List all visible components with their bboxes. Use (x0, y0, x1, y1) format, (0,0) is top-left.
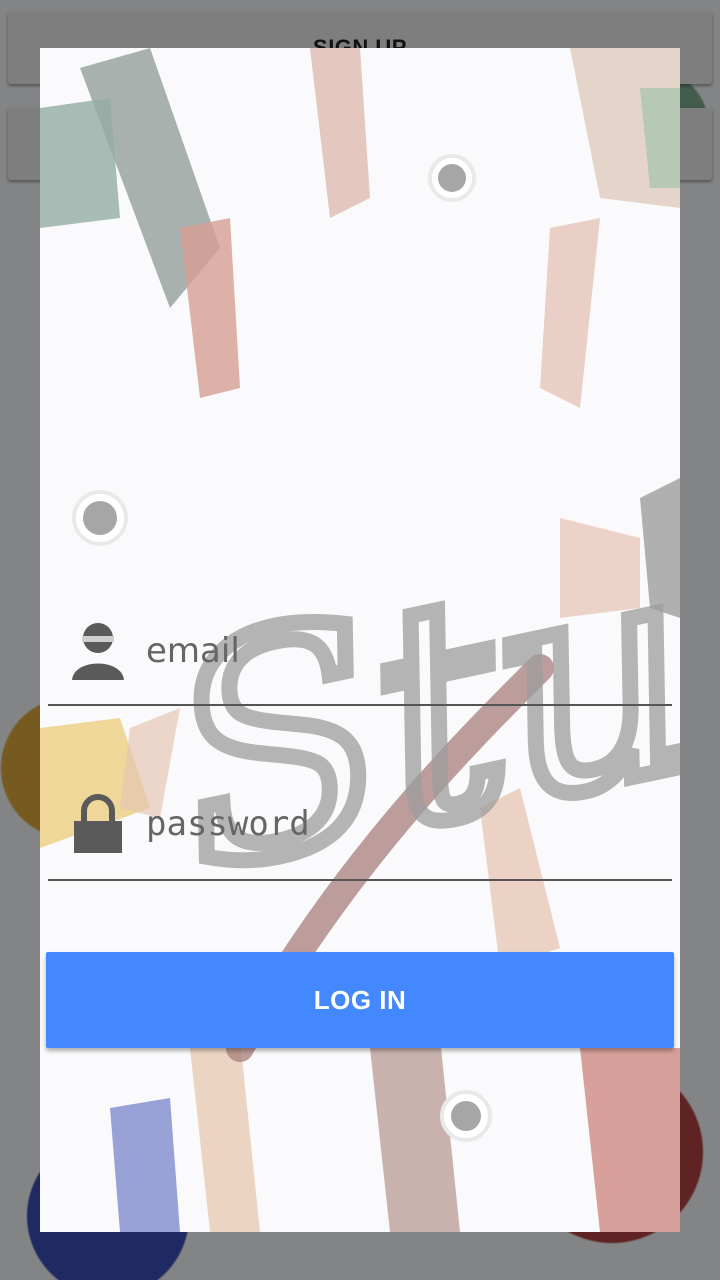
person-icon (72, 623, 124, 680)
lock-icon (74, 794, 122, 853)
email-field[interactable] (48, 604, 672, 706)
password-field[interactable] (48, 779, 672, 881)
login-dialog: Study LOG IN (40, 48, 680, 1232)
login-button-label: LOG IN (313, 984, 407, 1015)
password-input[interactable] (144, 793, 648, 855)
email-input[interactable] (144, 620, 648, 682)
login-button[interactable]: LOG IN (46, 952, 674, 1048)
